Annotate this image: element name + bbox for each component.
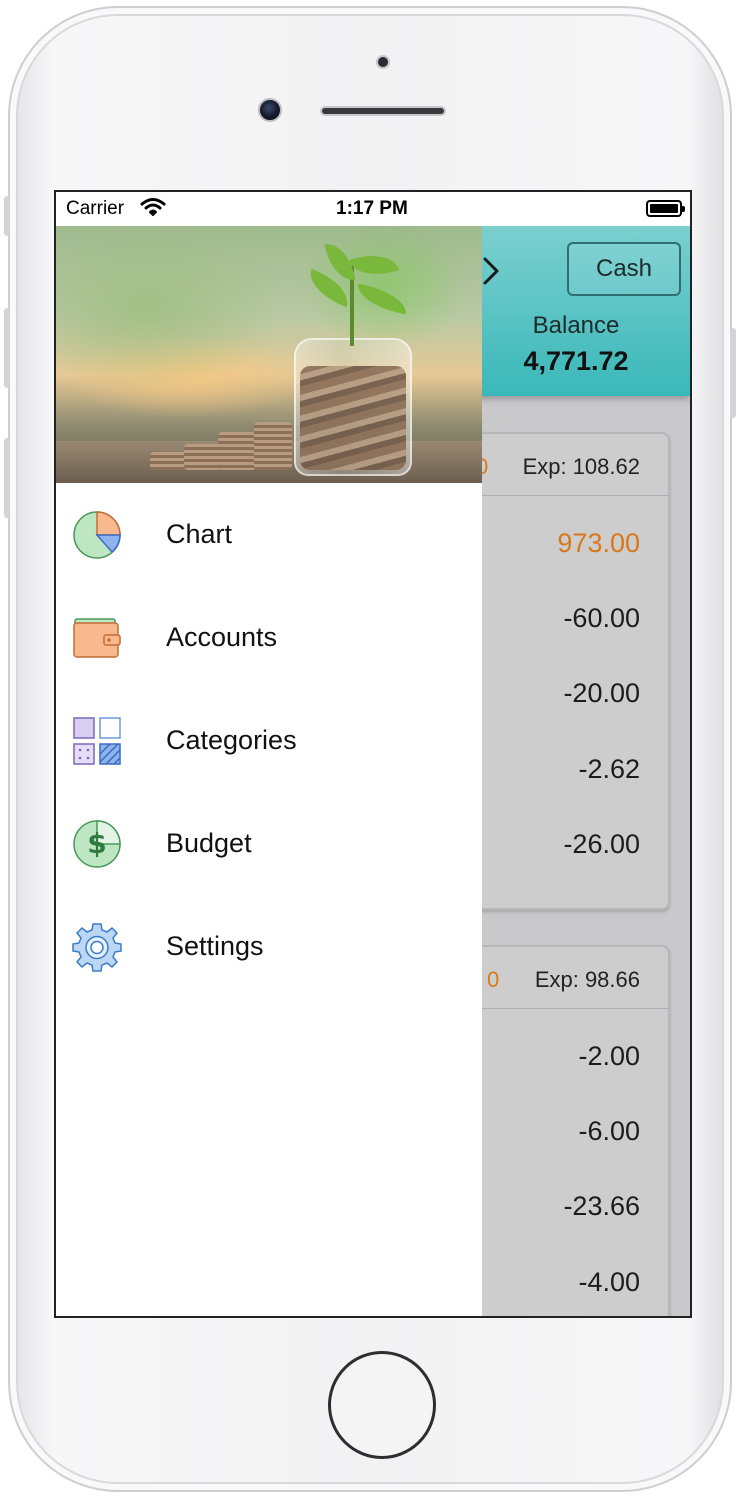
mute-switch [4,196,10,236]
carrier-label: Carrier [66,198,125,219]
transaction-amount[interactable]: -20.00 [563,678,640,709]
account-cash-button[interactable]: Cash [567,242,681,296]
coin-stack [184,444,222,470]
home-button[interactable] [328,1351,436,1459]
volume-up-button [4,308,10,388]
wallet-icon [73,617,121,658]
expense-summary: Exp: 108.62 [522,454,640,479]
expense-summary: Exp: 98.66 [534,967,640,992]
coin-stack [218,432,256,470]
dollar-budget-icon: $ [73,819,121,868]
coin-stack [150,452,188,470]
menu-item-chart[interactable]: Chart [56,483,482,586]
menu-item-settings[interactable]: Settings [56,895,482,998]
battery-icon [646,200,685,217]
menu-item-label: Budget [166,828,252,858]
transaction-amount[interactable]: 973.00 [557,528,640,559]
transaction-amount[interactable]: -26.00 [563,829,640,860]
side-drawer: Chart Accounts Categories $ Budget Setti… [56,226,482,1316]
transaction-amount[interactable]: -6.00 [578,1116,640,1147]
power-button [730,328,736,418]
transaction-amount[interactable]: -4.00 [578,1267,640,1298]
front-camera [258,98,282,122]
status-bar: Carrier 1:17 PM [56,192,690,226]
drawer-header-image [56,226,482,483]
earpiece-speaker [320,106,446,116]
gear-icon [72,922,122,972]
status-time: 1:17 PM [336,198,408,219]
phone-screen: Carrier 1:17 PM Cash Balance 4,771.72 0 … [54,190,692,1318]
chevron-right-icon[interactable] [482,256,500,286]
volume-down-button [4,438,10,518]
transaction-amount[interactable]: -23.66 [563,1191,640,1222]
menu-item-label: Accounts [166,622,278,652]
menu-item-label: Settings [166,931,264,961]
menu-item-label: Chart [166,519,233,549]
menu-item-budget[interactable]: $ Budget [56,792,482,895]
transaction-amount[interactable]: -60.00 [563,603,640,634]
categories-grid-icon [73,716,121,765]
transaction-amount[interactable]: -2.00 [578,1041,640,1072]
pie-chart-icon [73,510,121,559]
svg-text:$: $ [87,827,106,860]
balance-label: Balance [532,312,620,339]
drawer-menu: Chart Accounts Categories $ Budget Setti… [56,483,482,998]
balance-value: 4,771.72 [523,346,629,376]
proximity-sensor [376,55,390,69]
wifi-icon [140,198,166,216]
transaction-amount[interactable]: -2.62 [578,754,640,785]
coin-stack [254,422,292,470]
menu-item-categories[interactable]: Categories [56,689,482,792]
income-summary: 0 [487,967,500,992]
menu-item-accounts[interactable]: Accounts [56,586,482,689]
menu-item-label: Categories [166,725,297,755]
